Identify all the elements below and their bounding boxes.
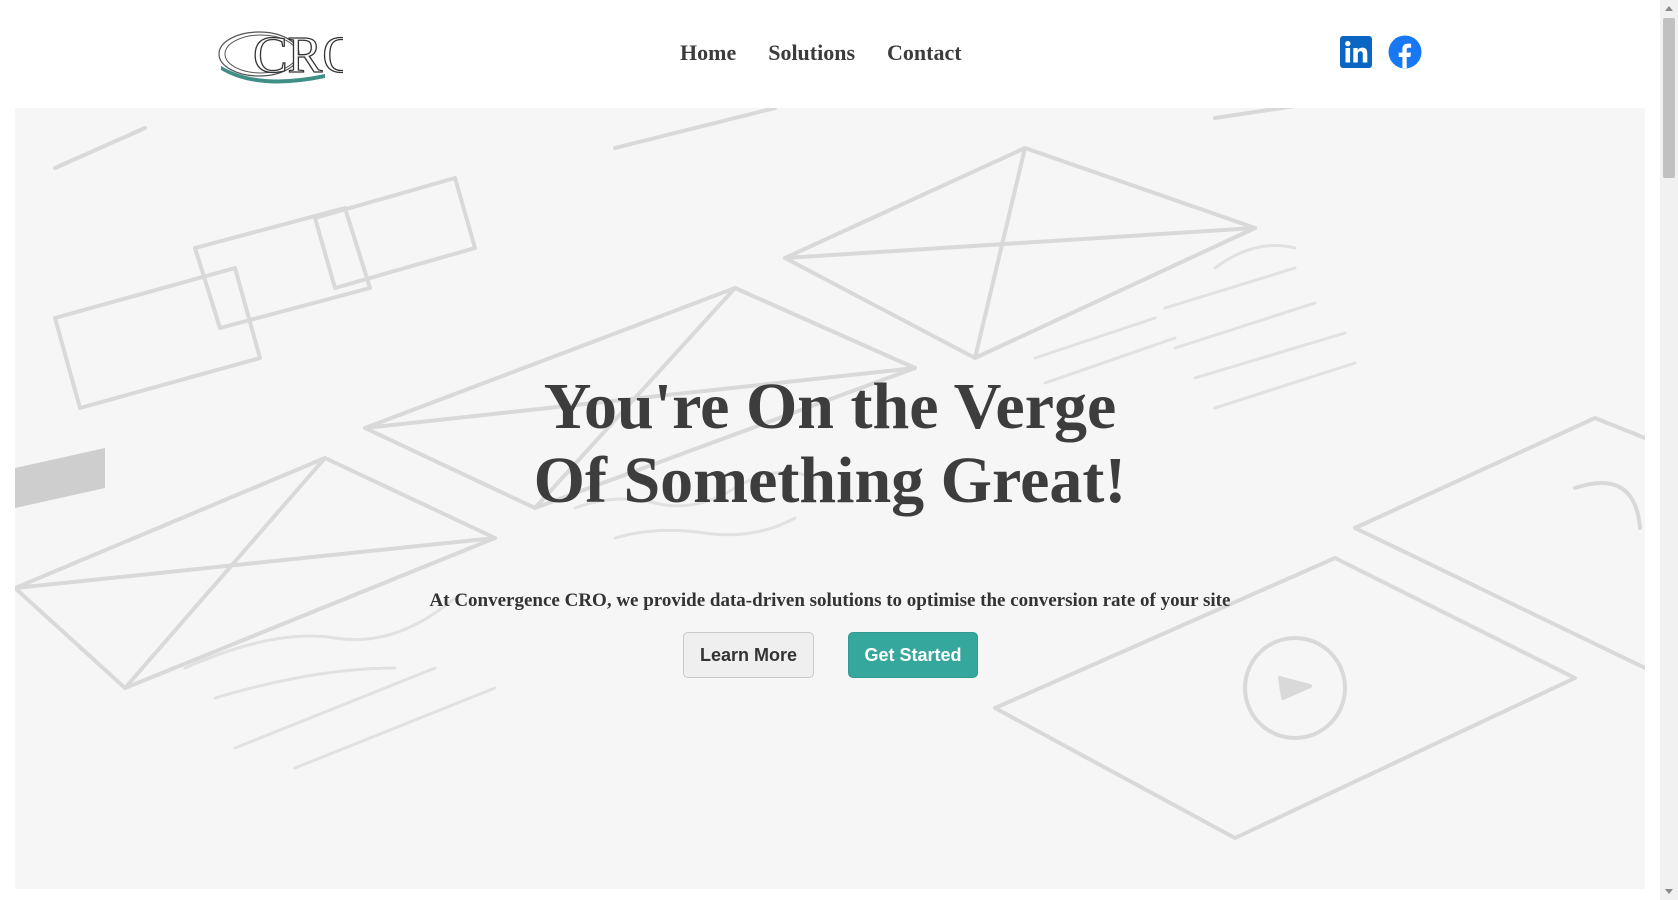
- nav-solutions[interactable]: Solutions: [768, 38, 855, 68]
- hero-title-line2: Of Something Great!: [533, 444, 1127, 517]
- nav-home[interactable]: Home: [680, 38, 736, 68]
- site-header: CRO Home Solutions Contact: [0, 0, 1660, 108]
- hero-subtitle: At Convergence CRO, we provide data-driv…: [429, 590, 1231, 611]
- nav-contact[interactable]: Contact: [887, 38, 962, 68]
- get-started-button[interactable]: Get Started: [848, 632, 978, 678]
- facebook-icon[interactable]: [1388, 35, 1422, 69]
- learn-more-button[interactable]: Learn More: [683, 632, 814, 678]
- scroll-up-arrow-icon[interactable]: [1665, 6, 1673, 11]
- social-links: [1339, 35, 1422, 69]
- hero-title-line1: You're On the Verge: [543, 370, 1117, 443]
- cro-logo[interactable]: CRO: [213, 26, 343, 84]
- hero-section: You're On the Verge Of Something Great! …: [15, 108, 1645, 889]
- main-nav: Home Solutions Contact: [680, 38, 962, 68]
- logo-text: CRO: [253, 27, 343, 84]
- scroll-thumb[interactable]: [1663, 18, 1675, 178]
- vertical-scrollbar[interactable]: [1660, 0, 1678, 900]
- hero-title: You're On the Verge Of Something Great!: [330, 370, 1330, 518]
- scroll-down-arrow-icon[interactable]: [1665, 889, 1673, 894]
- linkedin-icon[interactable]: [1339, 35, 1373, 69]
